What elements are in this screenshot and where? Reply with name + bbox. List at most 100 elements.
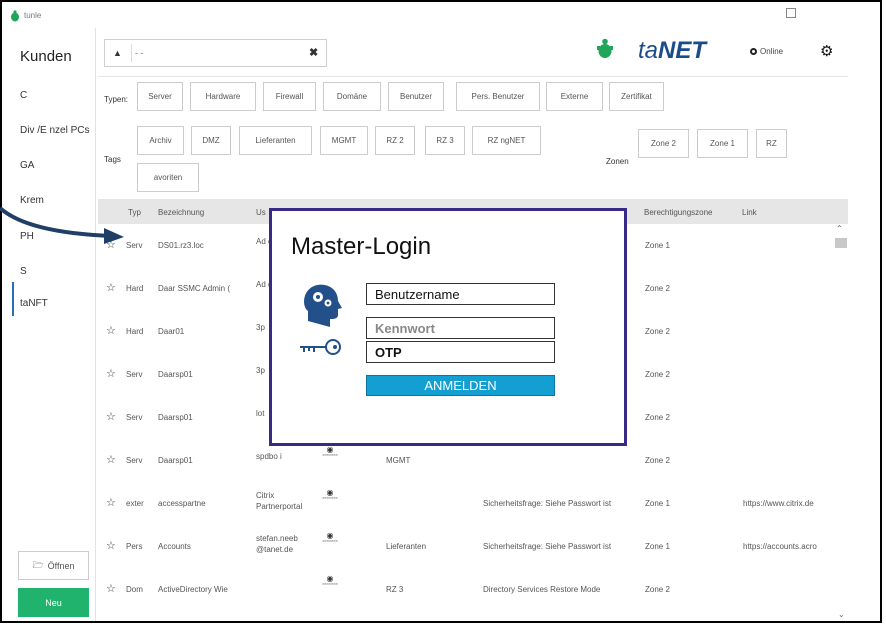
search-input[interactable] [135, 44, 295, 62]
favorite-star-icon[interactable]: ☆ [106, 496, 116, 509]
status-label: Online [760, 47, 784, 56]
scroll-down-icon[interactable]: ⌄ [838, 610, 845, 619]
sidebar-item-s[interactable]: S [20, 266, 27, 277]
open-button[interactable]: 🗁 Öffnen [18, 551, 89, 580]
username-field[interactable] [366, 283, 555, 305]
login-title: Master-Login [291, 233, 432, 260]
favorite-star-icon[interactable]: ☆ [106, 367, 116, 380]
filter-tag-rz-ngnet[interactable]: RZ ngNET [472, 126, 541, 155]
cell-description: Sicherheitsfrage: Siehe Passwort ist [483, 499, 612, 508]
table-row[interactable]: ☆ Pers Accounts stefan.neeb @tanet.de ◉ *****… [98, 525, 838, 569]
app-window: tunle Kunden C Div /E nzel PCs GA Krem P… [0, 0, 882, 623]
show-password-eye-icon[interactable]: ◉ ******** [310, 531, 350, 546]
cell-link[interactable]: https://accounts.acro [743, 542, 833, 551]
otp-field[interactable] [366, 341, 555, 363]
turtle-icon [11, 10, 19, 22]
filter-type-firewall[interactable]: Firewall [263, 82, 316, 111]
filter-tag-mgmt[interactable]: MGMT [320, 126, 368, 155]
filter-type-certificate[interactable]: Zertifikat [609, 82, 664, 111]
password-mask: ******** [322, 454, 338, 460]
cell-zone: Zone 1 [645, 241, 670, 250]
cell-name: Daarsp01 [158, 370, 193, 379]
open-folder-icon: 🗁 [32, 559, 44, 570]
cell-zone: Zone 2 [645, 413, 670, 422]
password-mask: ******** [322, 540, 338, 546]
cell-zone: Zone 2 [645, 456, 670, 465]
cell-zone: Zone 1 [645, 542, 670, 551]
filter-tag-lieferanten[interactable]: Lieferanten [239, 126, 312, 155]
cell-tags: MGMT [386, 456, 411, 465]
online-status: Online [750, 47, 783, 56]
show-password-eye-icon[interactable]: ◉ ******** [310, 445, 350, 460]
sidebar-item-c[interactable]: C [20, 90, 27, 101]
cell-link[interactable]: https://www.citrix.de [743, 499, 833, 508]
cell-zone: Zone 2 [645, 585, 670, 594]
filter-type-hardware[interactable]: Hardware [190, 82, 256, 111]
cell-name: Daarsp01 [158, 413, 193, 422]
sidebar-item-ga[interactable]: GA [20, 160, 34, 171]
filter-type-personal-user[interactable]: Pers. Benutzer [456, 82, 540, 111]
filter-zone-rz[interactable]: RZ [756, 129, 787, 158]
key-icon [300, 339, 341, 355]
cell-name: Daarsp01 [158, 456, 193, 465]
table-row[interactable]: ☆ Dom ActiveDirectory Wie ◉ ******** RZ 3 Dire… [98, 568, 838, 612]
scrollbar-thumb[interactable] [835, 238, 847, 248]
cell-user: stefan.neeb @tanet.de [256, 534, 298, 554]
annotation-arrow [0, 206, 124, 244]
gear-icon[interactable]: ⚙ [820, 42, 833, 60]
password-field[interactable] [366, 317, 555, 339]
types-label: Typen: [104, 95, 129, 104]
maximize-button[interactable] [786, 8, 796, 18]
filter-tag-dmz[interactable]: DMZ [191, 126, 231, 155]
filter-type-domain[interactable]: Domäne [323, 82, 381, 111]
cell-user: Citrix Partnerportal [256, 491, 303, 511]
cell-name: accesspartne [158, 499, 206, 508]
zones-label: Zonen [606, 157, 629, 166]
title-bar: tunle [2, 2, 880, 28]
cell-type: Dom [126, 585, 143, 594]
favorite-star-icon[interactable]: ☆ [106, 281, 116, 294]
col-header-link[interactable]: Link [742, 208, 757, 217]
sidebar-item-tanet[interactable]: taNFT [20, 298, 48, 309]
master-login-dialog: Master-Login ANMELDEN [269, 208, 627, 446]
filter-tag-rz2[interactable]: RZ 2 [375, 126, 415, 155]
filter-zone-1[interactable]: Zone 1 [697, 129, 748, 158]
show-password-eye-icon[interactable]: ◉ ******** [310, 488, 350, 503]
brand-name-bold: NET [658, 37, 707, 64]
cell-type: Serv [126, 456, 143, 465]
favorite-star-icon[interactable]: ☆ [106, 539, 116, 552]
cell-user: spdbo i [256, 452, 282, 461]
cell-tags: RZ 3 [386, 585, 404, 594]
clear-icon[interactable]: ✖ [309, 46, 318, 59]
tanet-turtle-logo [597, 38, 613, 58]
filter-type-server[interactable]: Server [137, 82, 183, 111]
favorite-star-icon[interactable]: ☆ [106, 453, 116, 466]
favorite-star-icon[interactable]: ☆ [106, 582, 116, 595]
favorite-star-icon[interactable]: ☆ [106, 324, 116, 337]
col-header-name[interactable]: Bezeichnung [158, 208, 204, 217]
filter-type-user[interactable]: Benutzer [388, 82, 444, 111]
filter-zone-2[interactable]: Zone 2 [638, 129, 689, 158]
filter-tag-archiv[interactable]: Archiv [137, 126, 184, 155]
sidebar-item-div-pcs[interactable]: Div /E nzel PCs [20, 125, 89, 136]
filter-tag-rz3[interactable]: RZ 3 [425, 126, 465, 155]
col-header-user[interactable]: Us [256, 208, 266, 217]
cell-description: Sicherheitsfrage: Siehe Passwort ist [483, 542, 612, 551]
search-divider [131, 44, 132, 62]
col-header-zone[interactable]: Berechtigungszone [644, 208, 713, 217]
filter-tag-favoriten[interactable]: avoriten [137, 163, 199, 192]
scroll-up-icon[interactable]: ⌃ [836, 224, 843, 233]
filter-type-external[interactable]: Externe [546, 82, 603, 111]
cell-zone: Zone 2 [645, 284, 670, 293]
cell-tags: Lieferanten [386, 542, 427, 551]
cell-name: DS01.rz3.loc [158, 241, 204, 250]
table-row[interactable]: ☆ exter accesspartne Citrix Partnerportal ◉ *… [98, 482, 838, 526]
customer-sidebar: Kunden C Div /E nzel PCs GA Krem PH S ta… [2, 28, 96, 621]
new-button[interactable]: Neu [18, 588, 89, 617]
cell-type: Pers [126, 542, 143, 551]
favorite-star-icon[interactable]: ☆ [106, 410, 116, 423]
cell-type: Serv [126, 413, 143, 422]
login-button[interactable]: ANMELDEN [366, 375, 555, 396]
cell-zone: Zone 2 [645, 327, 670, 336]
show-password-eye-icon[interactable]: ◉ ******** [310, 574, 350, 589]
